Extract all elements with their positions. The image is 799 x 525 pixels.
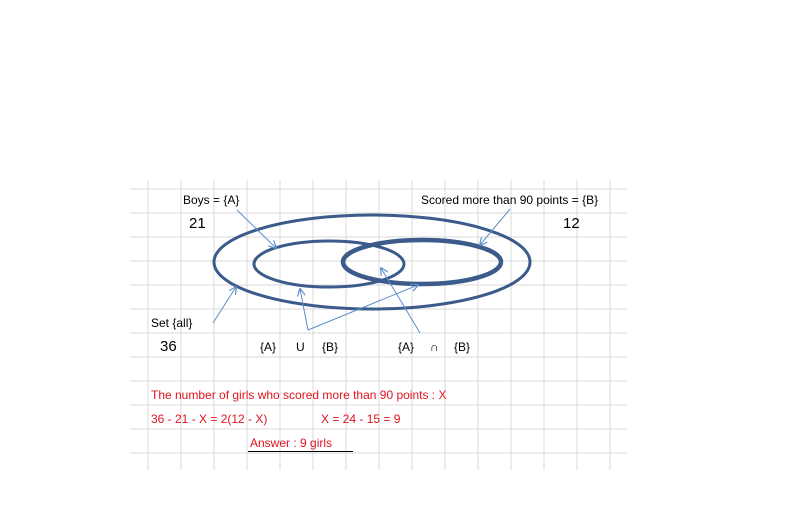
answer-text: Answer : 9 girls: [250, 436, 333, 450]
intersection-set-a: {A}: [398, 340, 415, 354]
intersection-symbol: ∩: [430, 340, 439, 354]
set-all-arrow: [212, 287, 236, 324]
solution-equation: 36 - 21 - X = 2(12 - X): [151, 412, 268, 426]
venn-diagram: [130, 180, 627, 470]
union-symbol: U: [296, 340, 305, 354]
boys-label: Boys = {A}: [183, 193, 240, 207]
scored-count: 12: [563, 215, 580, 232]
answer-underline: [248, 451, 353, 452]
scored-arrow: [480, 208, 511, 245]
union-set-b: {B}: [322, 340, 339, 354]
boys-arrow: [236, 209, 276, 248]
set-b-ellipse: [340, 237, 504, 287]
boys-count: 21: [189, 215, 206, 232]
intersection-arrow: [381, 268, 421, 334]
venn-ellipses: [212, 213, 532, 311]
set-all-count: 36: [160, 338, 177, 355]
universal-set-ellipse: [212, 213, 532, 311]
set-all-label: Set {all}: [151, 316, 193, 330]
intersection-set-b: {B}: [454, 340, 471, 354]
solution-result: X = 24 - 15 = 9: [321, 412, 401, 426]
union-set-a: {A}: [260, 340, 277, 354]
scored-label: Scored more than 90 points = {B}: [421, 193, 599, 207]
solution-line-1: The number of girls who scored more than…: [151, 388, 447, 402]
